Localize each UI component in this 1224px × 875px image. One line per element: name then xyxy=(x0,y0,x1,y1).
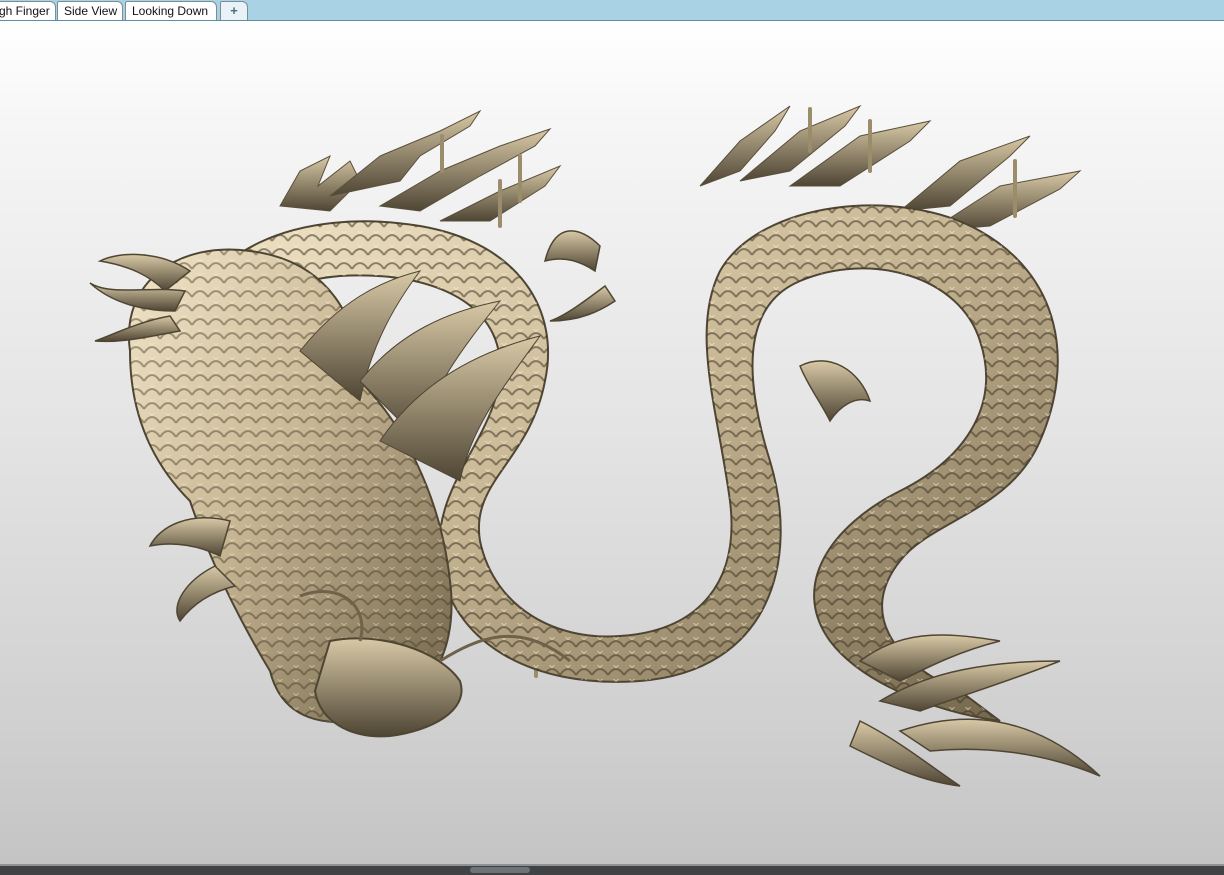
plus-icon: + xyxy=(230,3,238,18)
view-tab-bar: gh Finger Side View Looking Down + xyxy=(0,0,1224,21)
tab-looking-down[interactable]: Looking Down xyxy=(125,1,217,20)
bottom-scroll-bar[interactable] xyxy=(0,864,1224,875)
add-tab-button[interactable]: + xyxy=(220,1,248,20)
scroll-thumb[interactable] xyxy=(470,867,530,873)
tab-side-view[interactable]: Side View xyxy=(57,1,123,20)
dragon-model[interactable] xyxy=(0,21,1224,864)
tab-high-finger[interactable]: gh Finger xyxy=(0,1,56,20)
3d-viewport[interactable] xyxy=(0,21,1224,864)
